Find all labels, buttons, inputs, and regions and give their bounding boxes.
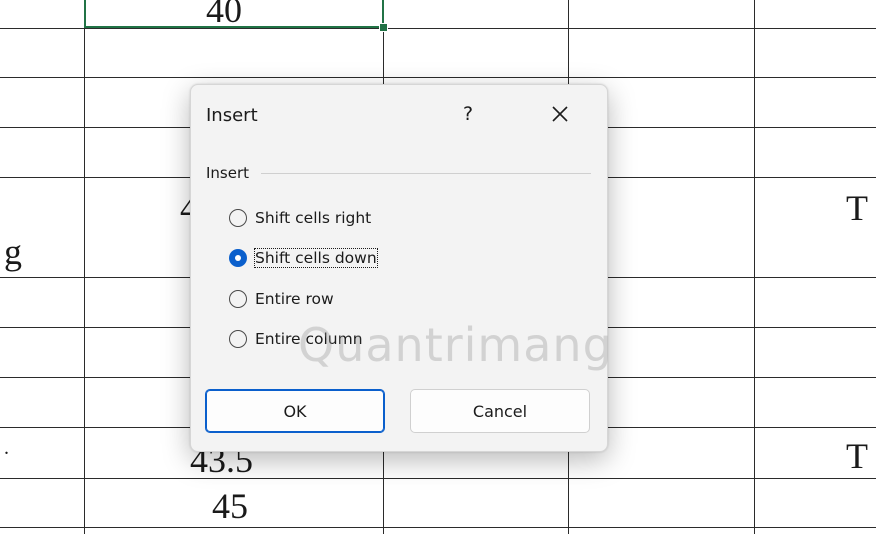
cell-value[interactable]: 40: [206, 0, 242, 28]
radio-checked-icon[interactable]: [229, 249, 247, 267]
help-button[interactable]: ?: [457, 103, 479, 125]
option-shift-cells-right[interactable]: Shift cells right: [229, 205, 371, 231]
option-shift-cells-down[interactable]: Shift cells down: [229, 245, 378, 271]
group-divider: [261, 173, 591, 174]
grid-row-line: [0, 28, 876, 29]
option-label: Shift cells down: [254, 248, 378, 268]
option-label: Entire row: [255, 290, 334, 308]
grid-row-line: [0, 77, 876, 78]
close-icon: [552, 106, 568, 122]
insert-dialog: Insert ? Insert Shift cells right Shift …: [190, 84, 608, 452]
option-entire-row[interactable]: Entire row: [229, 286, 334, 312]
option-label: Shift cells right: [255, 209, 372, 227]
radio-unchecked-icon[interactable]: [229, 290, 247, 308]
selection-border: [84, 0, 86, 28]
group-label: Insert: [206, 164, 256, 182]
grid-col-line: [84, 0, 85, 534]
dialog-title: Insert: [206, 105, 258, 126]
grid-col-line: [754, 0, 755, 534]
cancel-button[interactable]: Cancel: [410, 389, 590, 433]
cell-value[interactable]: T: [846, 438, 868, 474]
ok-button[interactable]: OK: [205, 389, 385, 433]
radio-unchecked-icon[interactable]: [229, 330, 247, 348]
cell-value[interactable]: g: [4, 234, 22, 270]
grid-row-line: [0, 478, 876, 479]
grid-row-line: [0, 527, 876, 528]
fill-handle[interactable]: [379, 23, 388, 32]
cell-value[interactable]: T: [846, 190, 868, 226]
cell-value[interactable]: 45: [212, 488, 248, 524]
cell-value[interactable]: .: [4, 438, 9, 458]
watermark: Quantrimang: [298, 318, 613, 372]
radio-unchecked-icon[interactable]: [229, 209, 247, 227]
close-button[interactable]: [543, 97, 577, 131]
